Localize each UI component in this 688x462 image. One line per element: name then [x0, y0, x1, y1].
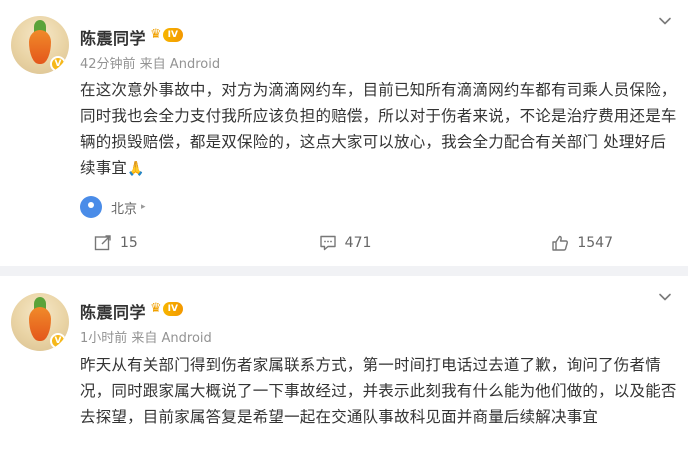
crown-icon: ♛ [150, 27, 162, 42]
location-pin-icon [80, 196, 102, 218]
chevron-down-icon[interactable] [658, 290, 672, 304]
like-count: 1547 [577, 235, 613, 251]
post-meta: 1小时前 来自 Android [80, 331, 212, 346]
author-name[interactable]: 陈震同学 [80, 25, 146, 49]
avatar-carrot [29, 30, 51, 64]
comment-icon [319, 234, 337, 252]
chevron-right-icon: ▸ [141, 202, 146, 212]
comment-count: 471 [344, 235, 372, 251]
post-text-body: 昨天从有关部门得到伤者家属联系方式，第一时间打电话过去道了歉，询问了伤者情况，同… [80, 356, 677, 426]
post-card: V 陈震同学 ♛ IV 1小时前 来自 Android 昨天从有关部门得到伤者家… [0, 276, 688, 462]
like-button[interactable]: 1547 [455, 227, 688, 259]
level-tag: IV [162, 28, 183, 42]
thumbs-up-icon [551, 234, 569, 252]
avatar[interactable]: V [11, 16, 69, 74]
author-name[interactable]: 陈震同学 [80, 299, 146, 323]
verified-badge-icon: V [50, 333, 66, 349]
repost-count: 15 [120, 235, 138, 251]
pray-emoji-icon: 🙏 [127, 161, 145, 177]
weibo-feed: V 陈震同学 ♛ IV 42分钟前 来自 Android 在这次意外事故中，对方… [0, 0, 688, 462]
level-tag: IV [162, 302, 183, 316]
avatar-carrot [29, 307, 51, 341]
location-label: 北京 [111, 201, 138, 217]
post-meta: 42分钟前 来自 Android [80, 57, 221, 72]
repost-button[interactable]: 15 [0, 227, 231, 259]
post-text: 在这次意外事故中，对方为滴滴网约车，目前已知所有滴滴网约车都有司乘人员保险，同时… [80, 77, 680, 182]
post-card: V 陈震同学 ♛ IV 42分钟前 来自 Android 在这次意外事故中，对方… [0, 0, 688, 266]
action-bar: 15 471 1547 [0, 227, 688, 259]
repost-icon [94, 234, 112, 252]
crown-icon: ♛ [150, 301, 162, 316]
location-tag[interactable]: 北京 ▸ [80, 195, 146, 219]
level-badge[interactable]: ♛ IV [150, 301, 188, 317]
post-text: 昨天从有关部门得到伤者家属联系方式，第一时间打电话过去道了歉，询问了伤者情况，同… [80, 352, 680, 430]
avatar[interactable]: V [11, 293, 69, 351]
comment-button[interactable]: 471 [231, 227, 456, 259]
post-text-body: 在这次意外事故中，对方为滴滴网约车，目前已知所有滴滴网约车都有司乘人员保险，同时… [80, 81, 677, 177]
level-badge[interactable]: ♛ IV [150, 27, 188, 43]
chevron-down-icon[interactable] [658, 14, 672, 28]
verified-badge-icon: V [50, 56, 66, 72]
